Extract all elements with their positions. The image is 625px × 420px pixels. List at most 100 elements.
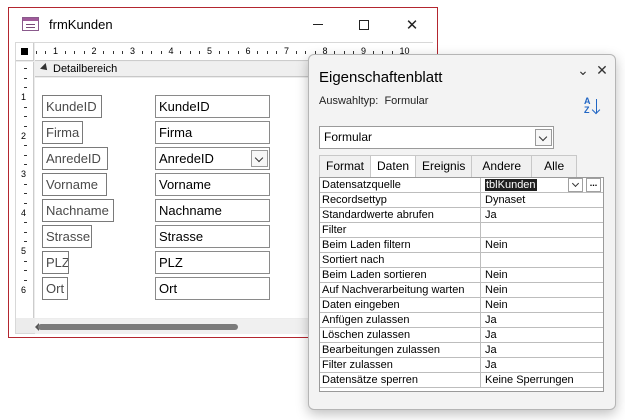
combobox-value: AnredeID <box>159 151 214 166</box>
property-sheet-title: Eigenschaftenblatt <box>319 69 443 86</box>
ruler-tick <box>64 51 66 54</box>
object-select[interactable]: Formular <box>319 126 554 149</box>
property-value[interactable]: Ja <box>483 358 603 372</box>
ruler-number: 4 <box>21 207 27 218</box>
property-row[interactable]: Filter <box>320 223 603 238</box>
property-sheet: Eigenschaftenblatt ⌄ ✕ Auswahltyp: Formu… <box>308 54 616 410</box>
textbox-nachname[interactable]: Nachname <box>155 199 270 222</box>
chevron-down-icon[interactable] <box>251 150 268 167</box>
ruler-number: 4 <box>168 46 174 56</box>
build-button[interactable]: ... <box>586 178 601 192</box>
property-value[interactable]: Dynaset <box>483 193 603 207</box>
label-ort[interactable]: Ort <box>42 277 68 300</box>
property-row[interactable]: Auf Nachverarbeitung warten Nein <box>320 283 603 298</box>
property-row[interactable]: Daten eingeben Nein <box>320 298 603 313</box>
textbox-kundeid[interactable]: KundeID <box>155 95 270 118</box>
property-row[interactable]: Filter zulassen Ja <box>320 358 603 373</box>
property-row[interactable]: Löschen zulassen Ja <box>320 328 603 343</box>
ruler-tick <box>122 51 124 54</box>
label-strasse[interactable]: Strasse <box>42 225 92 248</box>
ruler-number: 1 <box>53 46 59 56</box>
ruler-tick <box>257 51 259 54</box>
property-row[interactable]: Anfügen zulassen Ja <box>320 313 603 328</box>
textbox-vorname[interactable]: Vorname <box>155 173 270 196</box>
property-value[interactable]: Nein <box>483 283 603 297</box>
property-value[interactable] <box>483 253 603 267</box>
ruler-tick <box>74 51 76 54</box>
property-row[interactable]: Beim Laden sortieren Nein <box>320 268 603 283</box>
ruler-number: 3 <box>130 46 136 56</box>
maximize-button[interactable] <box>341 8 387 41</box>
property-value[interactable]: Nein <box>483 238 603 252</box>
property-name: Filter zulassen <box>320 358 481 372</box>
vertical-ruler[interactable]: 1 2 3 4 5 6 <box>16 62 34 318</box>
property-row[interactable]: Sortiert nach <box>320 253 603 268</box>
property-row[interactable]: Datensätze sperren Keine Sperrungen <box>320 373 603 388</box>
ruler-tick <box>24 87 27 89</box>
tab-andere[interactable]: Andere <box>471 155 533 177</box>
property-value-text: Nein <box>485 239 508 251</box>
label-firma[interactable]: Firma <box>42 121 83 144</box>
ruler-number: 6 <box>245 46 251 56</box>
scrollbar-thumb[interactable] <box>38 324 238 330</box>
close-button[interactable]: ✕ <box>389 8 435 41</box>
tab-alle[interactable]: Alle <box>531 155 578 177</box>
property-value[interactable]: Ja <box>483 313 603 327</box>
ruler-tick <box>151 51 153 54</box>
property-value[interactable]: Ja <box>483 208 603 222</box>
property-value[interactable]: tblKunden <box>483 178 603 192</box>
textbox-firma[interactable]: Firma <box>155 121 270 144</box>
close-icon[interactable]: ✕ <box>595 63 609 77</box>
label-plz[interactable]: PLZ <box>42 251 69 274</box>
title-bar[interactable]: frmKunden ✕ <box>9 8 437 41</box>
ruler-tick <box>103 51 105 54</box>
property-value-text: Nein <box>485 269 508 281</box>
ruler-tick <box>305 51 307 54</box>
property-value-text: Keine Sperrungen <box>485 374 574 386</box>
property-value[interactable]: Nein <box>483 268 603 282</box>
ruler-tick <box>189 51 191 54</box>
property-value[interactable]: Nein <box>483 298 603 312</box>
property-row[interactable]: Datensatzquelle tblKunden... <box>320 178 603 193</box>
selection-type-value: Formular <box>384 95 429 107</box>
property-value[interactable]: Keine Sperrungen <box>483 373 603 387</box>
property-row[interactable]: Recordsettyp Dynaset <box>320 193 603 208</box>
chevron-down-icon[interactable] <box>568 178 583 192</box>
label-anredeid[interactable]: AnredeID <box>42 147 108 170</box>
property-row[interactable]: Standardwerte abrufen Ja <box>320 208 603 223</box>
property-value[interactable]: Ja <box>483 343 603 357</box>
ruler-tick <box>24 154 27 156</box>
label-kundeid[interactable]: KundeID <box>42 95 102 118</box>
form-selector[interactable] <box>16 43 34 61</box>
property-row[interactable]: Bearbeitungen zulassen Ja <box>320 343 603 358</box>
ruler-tick <box>295 51 297 54</box>
ruler-tick <box>24 68 27 70</box>
property-name: Sortiert nach <box>320 253 481 267</box>
label-nachname[interactable]: Nachname <box>42 199 114 222</box>
ruler-tick <box>24 193 27 195</box>
tab-format[interactable]: Format <box>319 155 372 177</box>
minimize-button[interactable] <box>295 8 341 41</box>
property-value[interactable]: Ja <box>483 328 603 342</box>
ruler-number: 3 <box>21 169 27 179</box>
textbox-plz[interactable]: PLZ <box>155 251 270 274</box>
ruler-number: 6 <box>21 284 27 295</box>
tab-daten[interactable]: Daten <box>370 155 417 178</box>
ruler-tick <box>237 51 239 54</box>
window-title: frmKunden <box>49 17 113 32</box>
chevron-down-icon[interactable] <box>535 129 552 146</box>
sort-icon[interactable]: AZ <box>584 97 608 117</box>
property-name: Datensätze sperren <box>320 373 481 387</box>
property-name: Recordsettyp <box>320 193 481 207</box>
ruler-tick <box>24 260 27 262</box>
property-name: Auf Nachverarbeitung warten <box>320 283 481 297</box>
combobox-anredeid[interactable]: AnredeID <box>155 147 270 170</box>
property-row[interactable]: Beim Laden filtern Nein <box>320 238 603 253</box>
chevron-down-icon[interactable]: ⌄ <box>576 63 590 77</box>
label-vorname[interactable]: Vorname <box>42 173 107 196</box>
tab-ereignis[interactable]: Ereignis <box>415 155 473 177</box>
textbox-strasse[interactable]: Strasse <box>155 225 270 248</box>
textbox-ort[interactable]: Ort <box>155 277 270 300</box>
object-select-value: Formular <box>324 130 373 144</box>
property-value[interactable] <box>483 223 603 237</box>
